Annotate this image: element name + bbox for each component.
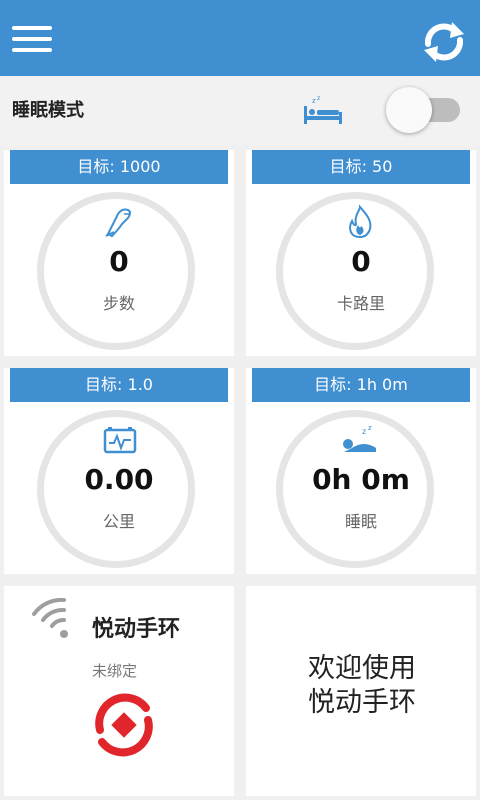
welcome-line-2: 悦动手环 [308,687,416,718]
calories-card[interactable]: 目标: 50 0 卡路里 [246,150,476,356]
sleep-label: 睡眠 [344,512,377,531]
sleep-bed-icon: z z [302,94,344,126]
steps-label: 步数 [102,294,135,313]
distance-card[interactable]: 目标: 1.0 0.00 公里 [4,368,234,574]
sleep-mode-toggle[interactable] [386,87,464,133]
sync-icon[interactable] [420,18,468,66]
svg-text:z: z [362,427,366,436]
toggle-knob [386,87,432,133]
steps-value: 0 [109,245,129,278]
calories-value: 0 [351,245,371,278]
steps-card[interactable]: 目标: 1000 0 步数 [4,150,234,356]
signal-icon [26,597,76,642]
calories-target: 目标: 50 [252,150,470,184]
footprint-icon [102,204,138,240]
svg-text:z: z [312,97,316,105]
welcome-text: 欢迎使用 悦动手环 [246,652,478,720]
top-app-bar [0,0,480,76]
distance-label: 公里 [102,512,135,531]
device-title: 悦动手环 [92,617,181,642]
calories-label: 卡路里 [336,294,385,313]
brand-logo [90,692,158,758]
welcome-line-1: 欢迎使用 [308,653,416,684]
sleep-mode-label: 睡眠模式 [12,100,84,121]
distance-value: 0.00 [84,463,154,496]
sleep-target: 目标: 1h 0m [252,368,470,402]
flame-icon [342,204,378,240]
steps-target: 目标: 1000 [10,150,228,184]
sleeping-person-icon: z z [340,424,380,460]
svg-text:z: z [317,95,320,102]
svg-text:z: z [368,424,372,432]
hamburger-menu-icon[interactable] [12,26,52,54]
sleep-card[interactable]: 目标: 1h 0m z z 0h 0m 睡眠 [246,368,476,574]
sleep-value: 0h 0m [312,463,410,496]
distance-monitor-icon [102,424,138,460]
distance-target: 目标: 1.0 [10,368,228,402]
device-status: 未绑定 [92,662,138,680]
